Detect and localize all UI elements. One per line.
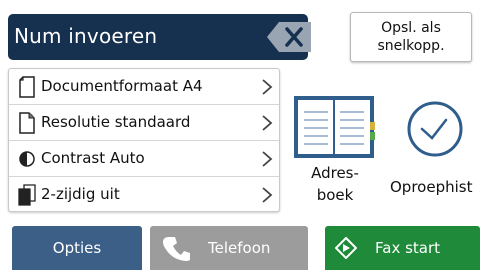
- setting-contrast[interactable]: Contrast Auto: [9, 141, 279, 177]
- setting-label: 2-zijdig uit: [41, 185, 120, 203]
- phone-handset-icon: [163, 237, 190, 261]
- chevron-right-icon: [262, 115, 273, 131]
- address-book-button[interactable]: Adres- boek: [290, 92, 380, 210]
- setting-label: Resolutie standaard: [41, 113, 191, 131]
- fax-start-label: Fax start: [375, 239, 441, 257]
- contrast-icon: [19, 151, 35, 167]
- address-book-label-line2: boek: [316, 186, 354, 204]
- address-book-icon: [294, 96, 375, 158]
- address-book-label-line1: Adres-: [311, 164, 359, 182]
- document-size-icon: [19, 76, 35, 98]
- number-input-field[interactable]: Num invoeren: [8, 14, 311, 60]
- chevron-right-icon: [262, 79, 273, 95]
- clock-icon: [407, 101, 463, 157]
- chevron-right-icon: [262, 187, 273, 203]
- settings-list: Documentformaat A4 Resolutie standaard C…: [8, 68, 280, 212]
- save-shortcut-line1: Opsl. als: [381, 20, 441, 36]
- save-shortcut-button[interactable]: Opsl. als snelkopp.: [350, 12, 472, 62]
- phone-label: Telefoon: [208, 239, 271, 257]
- setting-two-sided[interactable]: 2-zijdig uit: [9, 177, 279, 213]
- resolution-icon: [19, 112, 35, 134]
- two-sided-icon: [18, 184, 36, 206]
- backspace-icon[interactable]: [267, 22, 311, 52]
- options-label: Opties: [52, 239, 102, 257]
- call-history-label: Oproephist: [390, 178, 473, 196]
- phone-button[interactable]: Telefoon: [150, 226, 308, 270]
- fax-start-button[interactable]: Fax start: [325, 226, 480, 270]
- number-input-placeholder: Num invoeren: [14, 24, 158, 48]
- setting-label: Contrast Auto: [41, 149, 145, 167]
- setting-resolution[interactable]: Resolutie standaard: [9, 105, 279, 141]
- start-diamond-icon: [335, 237, 357, 259]
- setting-document-size[interactable]: Documentformaat A4: [9, 69, 279, 105]
- setting-label: Documentformaat A4: [41, 77, 203, 95]
- save-shortcut-line2: snelkopp.: [377, 38, 445, 54]
- options-button[interactable]: Opties: [12, 226, 142, 270]
- call-history-button[interactable]: Oproephist: [388, 92, 480, 210]
- chevron-right-icon: [262, 151, 273, 167]
